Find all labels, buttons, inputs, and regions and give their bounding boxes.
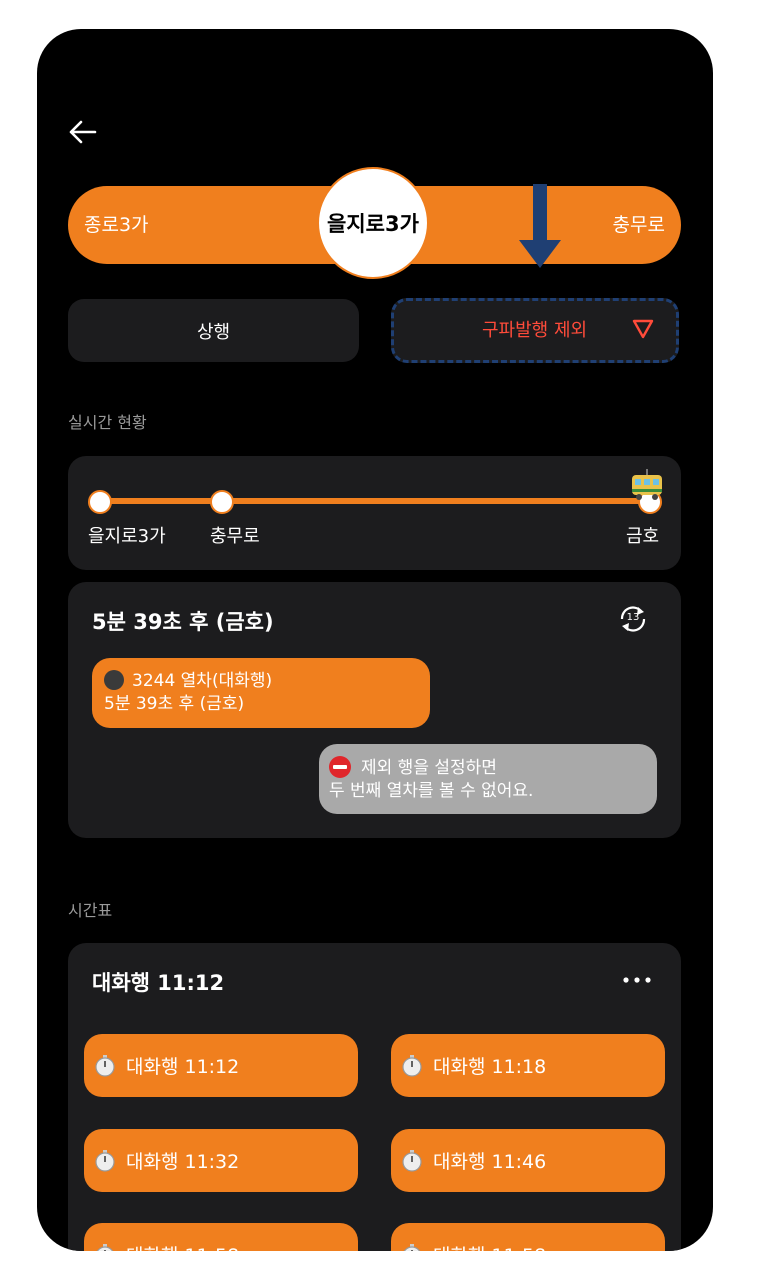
timetable-item-label: 대화행 11:46 <box>433 1151 547 1173</box>
refresh-timer-button[interactable]: 13 <box>616 604 650 634</box>
notice-line1: 제외 행을 설정하면 <box>361 758 497 778</box>
direction-button[interactable]: 상행 <box>68 299 359 362</box>
arrival-card: 5분 39초 후 (금호) 13 3244 열차(대화행) 5분 39초 후 (… <box>68 582 681 838</box>
stopwatch-icon <box>95 1054 115 1077</box>
station-dot-2 <box>210 490 234 514</box>
direction-label: 상행 <box>196 321 231 343</box>
stopwatch-icon <box>402 1149 422 1172</box>
no-entry-icon <box>329 756 351 778</box>
triangle-down-icon <box>632 319 654 339</box>
stopwatch-icon <box>95 1149 115 1172</box>
notice-line2: 두 번째 열차를 볼 수 없어요. <box>329 781 534 801</box>
stopwatch-icon <box>403 1243 421 1251</box>
train-info-line1: 3244 열차(대화행) <box>132 671 273 691</box>
arrival-title: 5분 39초 후 (금호) <box>92 610 274 634</box>
timetable-item[interactable]: 대화행 11:58 <box>84 1223 358 1251</box>
filter-label: 구파발행 제외 <box>482 320 588 341</box>
timetable-item[interactable]: 대화행 11:18 <box>391 1034 665 1097</box>
station-dot-1 <box>88 490 112 514</box>
current-station-badge: 을지로3가 <box>317 167 429 279</box>
timetable-item-label: 대화행 11:58 <box>433 1241 546 1251</box>
timetable-title: 대화행 11:12 <box>92 971 225 995</box>
route-line <box>98 498 650 504</box>
timetable-item-label: 대화행 11:32 <box>126 1151 240 1173</box>
timetable-item[interactable]: 대화행 11:12 <box>84 1034 358 1097</box>
stopwatch-icon <box>96 1243 114 1251</box>
train-info-line2: 5분 39초 후 (금호) <box>104 694 245 714</box>
timetable-item[interactable]: 대화행 11:58 <box>391 1223 665 1251</box>
refresh-count: 13 <box>626 612 640 623</box>
timetable-section-title: 시간표 <box>68 901 113 920</box>
station-label-2: 충무로 <box>210 526 260 547</box>
tram-icon <box>632 469 662 500</box>
route-progress-card: 을지로3가 충무로 금호 <box>68 456 681 570</box>
train-info-bubble: 3244 열차(대화행) 5분 39초 후 (금호) <box>92 658 430 728</box>
station-label-3: 금호 <box>626 526 660 547</box>
back-button[interactable] <box>67 117 101 147</box>
more-icon[interactable] <box>622 977 652 983</box>
metro-icon <box>104 670 124 690</box>
exclude-filter-dropdown[interactable]: 구파발행 제외 <box>391 298 679 363</box>
notice-bubble: 제외 행을 설정하면 두 번째 열차를 볼 수 없어요. <box>319 744 657 814</box>
prev-station-label[interactable]: 종로3가 <box>84 186 149 264</box>
timetable-item[interactable]: 대화행 11:46 <box>391 1129 665 1192</box>
station-label-1: 을지로3가 <box>88 526 166 547</box>
timetable-item-label: 대화행 11:18 <box>433 1056 547 1078</box>
current-station-label: 을지로3가 <box>327 212 419 236</box>
annotation-arrow-icon <box>517 184 563 270</box>
next-station-label[interactable]: 충무로 <box>613 186 665 264</box>
stopwatch-icon <box>402 1054 422 1077</box>
timetable-item[interactable]: 대화행 11:32 <box>84 1129 358 1192</box>
timetable-card: 대화행 11:12 대화행 11:12 대화행 11:18 대화행 11:32 … <box>68 943 681 1251</box>
timetable-item-label: 대화행 11:58 <box>126 1241 239 1251</box>
realtime-section-title: 실시간 현황 <box>68 413 147 432</box>
arrow-left-icon <box>69 120 97 144</box>
timetable-item-label: 대화행 11:12 <box>126 1056 240 1078</box>
app-screen: 종로3가 충무로 을지로3가 상행 구파발행 제외 실시간 현황 을지로3가 충… <box>37 29 713 1251</box>
